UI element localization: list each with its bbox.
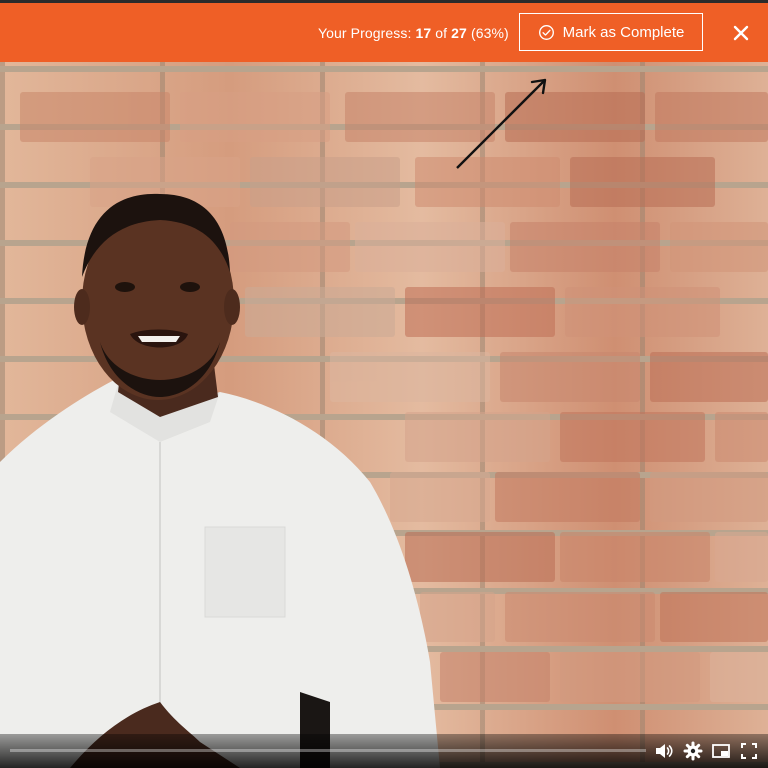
progress-percent: (63%) xyxy=(470,25,509,41)
mark-as-complete-label: Mark as Complete xyxy=(562,23,685,41)
picture-in-picture-button[interactable] xyxy=(711,741,731,761)
progress-text: Your Progress: 17 of 27 (63%) xyxy=(318,25,509,41)
volume-button[interactable] xyxy=(654,741,674,761)
volume-icon xyxy=(656,744,673,758)
fullscreen-icon xyxy=(741,743,757,759)
player-controls xyxy=(0,734,768,768)
check-circle-icon xyxy=(538,24,554,40)
progress-total: 27 xyxy=(451,25,467,41)
lesson-header: Your Progress: 17 of 27 (63%) Mark as Co… xyxy=(0,3,768,62)
progress-of: of xyxy=(435,25,448,41)
settings-gear-icon xyxy=(683,741,703,761)
progress-label: Your Progress: xyxy=(318,25,412,41)
presenter-figure xyxy=(0,78,547,768)
close-button[interactable] xyxy=(729,21,753,45)
progress-current: 17 xyxy=(415,25,432,41)
picture-in-picture-icon xyxy=(712,744,730,758)
settings-button[interactable] xyxy=(683,741,703,761)
video-frame[interactable] xyxy=(0,62,768,768)
mark-as-complete-button[interactable]: Mark as Complete xyxy=(519,13,703,51)
seek-bar[interactable] xyxy=(10,749,646,752)
close-icon xyxy=(733,25,749,41)
fullscreen-button[interactable] xyxy=(739,741,759,761)
